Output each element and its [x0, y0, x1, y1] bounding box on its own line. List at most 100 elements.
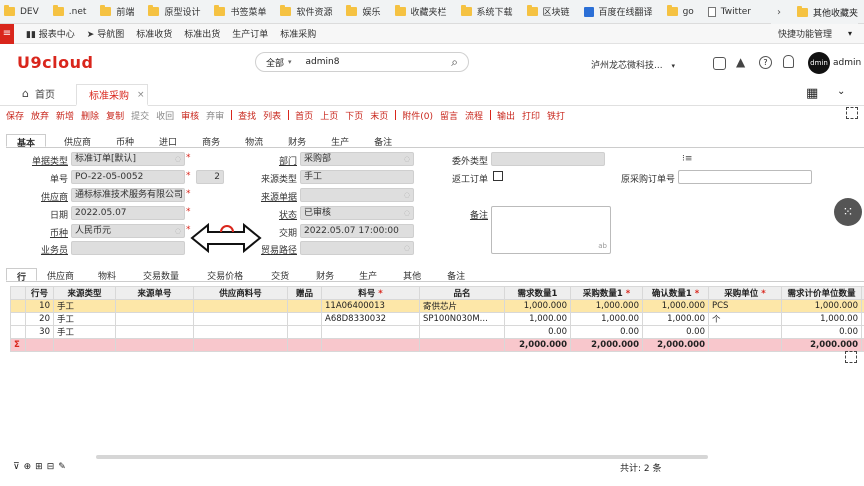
- tab-std-purchase[interactable]: 标准采购 ×: [76, 84, 148, 106]
- chevron-down-icon[interactable]: ▾: [848, 29, 852, 38]
- table-cell[interactable]: 30: [25, 325, 54, 339]
- report-center-link[interactable]: ▮▮ 报表中心: [26, 27, 75, 40]
- bookmark-item[interactable]: 区块链: [526, 5, 570, 18]
- bell-icon[interactable]: [783, 55, 794, 68]
- column-header[interactable]: 需求数量1: [504, 286, 571, 300]
- src-doc-label[interactable]: 来源单据: [255, 190, 297, 203]
- search-input[interactable]: admin8: [306, 57, 340, 67]
- table-cell[interactable]: A68D8330032: [321, 312, 420, 326]
- form-tab[interactable]: 进口: [159, 134, 177, 148]
- chevron-down-icon[interactable]: ⌄: [837, 86, 845, 97]
- table-cell[interactable]: [419, 325, 505, 339]
- apps-grid-button[interactable]: ⁙: [834, 198, 862, 226]
- return-order-checkbox[interactable]: [493, 171, 503, 181]
- toolbar-button[interactable]: 下页: [345, 109, 363, 122]
- remark-textarea[interactable]: ab: [491, 206, 611, 254]
- currency-field[interactable]: 人民币元 ◌: [71, 224, 185, 238]
- supplier-label[interactable]: 供应商: [20, 190, 68, 203]
- form-tab[interactable]: 财务: [288, 134, 306, 148]
- bookmark-item[interactable]: DEV: [4, 5, 39, 17]
- toolbar-button[interactable]: 流程: [465, 109, 483, 122]
- column-header[interactable]: 品名: [419, 286, 505, 300]
- table-cell[interactable]: 手工: [53, 325, 116, 339]
- help-icon[interactable]: ?: [759, 56, 772, 69]
- message-icon[interactable]: [713, 57, 726, 70]
- table-cell[interactable]: 0.00: [781, 325, 862, 339]
- production-order-link[interactable]: 生产订单: [232, 27, 268, 40]
- toolbar-button[interactable]: 首页: [295, 109, 313, 122]
- toolbar-button[interactable]: 查找: [238, 109, 256, 122]
- delete-row-icon[interactable]: ⊟: [47, 462, 55, 472]
- form-tab[interactable]: 物流: [245, 134, 263, 148]
- detail-tab[interactable]: 交易价格: [207, 268, 243, 282]
- dept-field[interactable]: 采购部 ◌: [300, 152, 414, 166]
- company-selector[interactable]: 泸州龙芯微科技... ▾: [591, 58, 675, 71]
- doc-no-extra-field[interactable]: 2: [196, 170, 224, 184]
- bookmark-item[interactable]: 收藏夹栏: [394, 5, 447, 18]
- table-cell[interactable]: 0.00: [504, 325, 571, 339]
- salesman-label[interactable]: 业务员: [20, 243, 68, 256]
- row-selector[interactable]: [10, 299, 26, 313]
- table-cell[interactable]: [193, 312, 288, 326]
- toolbar-button[interactable]: 提交: [131, 109, 149, 122]
- table-cell[interactable]: SP100N030M...: [419, 312, 505, 326]
- menu-icon[interactable]: ≡: [0, 23, 14, 44]
- table-cell[interactable]: 0.00: [570, 325, 643, 339]
- table-cell[interactable]: 寄供芯片: [419, 299, 505, 313]
- column-header[interactable]: 需求计价单位数量: [781, 286, 862, 300]
- detail-tab[interactable]: 备注: [447, 268, 465, 282]
- column-header[interactable]: 料号 *: [321, 286, 420, 300]
- table-cell[interactable]: [708, 325, 782, 339]
- table-cell[interactable]: 手工: [53, 299, 116, 313]
- bookmark-item[interactable]: .net: [52, 5, 86, 17]
- table-cell[interactable]: 10: [25, 299, 54, 313]
- table-cell[interactable]: 手工: [53, 312, 116, 326]
- toolbar-button[interactable]: 审核: [181, 109, 199, 122]
- fullscreen-icon[interactable]: [846, 107, 858, 119]
- currency-label[interactable]: 币种: [20, 226, 68, 239]
- std-purchase-link[interactable]: 标准采购: [280, 27, 316, 40]
- horizontal-scrollbar[interactable]: [96, 455, 708, 459]
- form-tab[interactable]: 备注: [374, 134, 392, 148]
- column-header[interactable]: 确认数量1 *: [642, 286, 709, 300]
- table-cell[interactable]: PCS: [708, 299, 782, 313]
- orig-po-field[interactable]: [678, 170, 812, 184]
- bookmark-item[interactable]: Twitter: [707, 6, 751, 17]
- toolbar-button[interactable]: 弃审: [206, 109, 224, 122]
- add-row-icon[interactable]: ⊕: [24, 462, 32, 472]
- search-icon[interactable]: ⌕: [451, 55, 458, 70]
- supplier-field[interactable]: 通标标准技术服务有限公司 ◌: [71, 188, 185, 202]
- table-cell[interactable]: [193, 299, 288, 313]
- other-bookmarks[interactable]: 其他收藏夹: [813, 6, 858, 19]
- remark-label[interactable]: 备注: [440, 208, 488, 221]
- toolbar-button[interactable]: 留言: [440, 109, 458, 122]
- row-selector[interactable]: [10, 312, 26, 326]
- form-tab[interactable]: 币种: [116, 134, 134, 148]
- detail-tab[interactable]: 行: [6, 268, 38, 283]
- table-cell[interactable]: 1,000.00: [570, 312, 643, 326]
- doc-type-label[interactable]: 单据类型: [20, 154, 68, 167]
- quick-manage-link[interactable]: 快捷功能管理: [778, 27, 832, 40]
- trade-path-label[interactable]: 贸易路径: [255, 243, 297, 256]
- global-search[interactable]: 全部 ▾ admin8 ⌕: [255, 52, 469, 72]
- table-row[interactable]: 10 手工 11A06400013 寄供芯片 1,000.000 1,000.000 1,0…: [10, 299, 864, 313]
- detail-tab[interactable]: 交货: [271, 268, 289, 282]
- form-tab[interactable]: 生产: [331, 134, 349, 148]
- bookmark-item[interactable]: 娱乐: [346, 5, 381, 18]
- table-cell[interactable]: 1,000.000: [504, 299, 571, 313]
- table-cell[interactable]: 1,000.000: [570, 299, 643, 313]
- table-cell[interactable]: 1,000.00: [504, 312, 571, 326]
- table-cell[interactable]: 1,000.00: [781, 312, 862, 326]
- status-field[interactable]: 已审核 ◌: [300, 206, 414, 220]
- delivery-field[interactable]: 2022.05.07 17:00:00: [300, 224, 414, 238]
- table-cell[interactable]: [115, 325, 194, 339]
- form-tab[interactable]: 基本: [6, 134, 47, 149]
- row-selector-header[interactable]: [10, 286, 26, 300]
- column-header[interactable]: 采购单位 *: [708, 286, 782, 300]
- bookmark-item[interactable]: 系统下载: [460, 5, 513, 18]
- form-tab[interactable]: 商务: [202, 134, 220, 148]
- table-cell[interactable]: 20: [25, 312, 54, 326]
- toolbar-button[interactable]: 复制: [106, 109, 124, 122]
- row-selector[interactable]: [10, 325, 26, 339]
- table-cell[interactable]: [193, 325, 288, 339]
